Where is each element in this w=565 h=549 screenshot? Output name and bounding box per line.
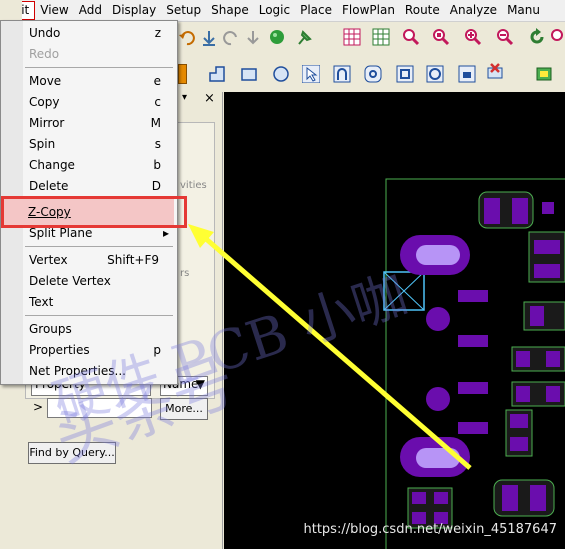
- selected-component-cross: [383, 271, 425, 311]
- round-shape-icon[interactable]: [364, 65, 382, 83]
- capacitor-bottom-pad-1: [502, 485, 518, 511]
- expand-icon[interactable]: >: [33, 400, 43, 414]
- component-right-top-pad-2: [534, 264, 560, 278]
- via-1: [426, 307, 450, 331]
- component-right-mid-pad: [530, 306, 544, 326]
- find-by-query-button[interactable]: Find by Query...: [28, 442, 116, 464]
- menu-add[interactable]: Add: [74, 1, 107, 20]
- menu-item-copy[interactable]: Copy c: [29, 92, 175, 112]
- capacitor-top-pad-1: [484, 198, 500, 224]
- menu-logic[interactable]: Logic: [254, 1, 295, 20]
- menu-bar: Edit View Add Display Setup Shape Logic …: [0, 0, 565, 22]
- ic-pad-2: [458, 335, 488, 347]
- delete-shape-icon[interactable]: [486, 62, 504, 80]
- component-bottom-right-pad-1: [510, 414, 528, 428]
- toolbar-handle: [178, 64, 187, 84]
- footer-url: https://blog.csdn.net/weixin_45187647: [303, 522, 557, 537]
- component-bottom-left-pad-1: [412, 492, 426, 504]
- component-right-lower-pad-2: [546, 351, 560, 367]
- component-bottom-right-pad-2: [510, 437, 528, 451]
- component-bottom-left-pad-2: [434, 492, 448, 504]
- rectangle-icon[interactable]: [240, 65, 258, 83]
- menu-item-redo[interactable]: Redo: [29, 44, 175, 64]
- menu-place[interactable]: Place: [295, 1, 337, 20]
- select-pointer-icon[interactable]: [302, 65, 320, 83]
- menu-separator: [25, 67, 173, 68]
- zoom-out-icon[interactable]: [496, 28, 514, 46]
- zoom-icon[interactable]: [402, 28, 420, 46]
- oval-pad-bottom-inner: [416, 448, 460, 468]
- capacitor-top-pad-2: [512, 198, 528, 224]
- zoom-in-icon[interactable]: [464, 28, 482, 46]
- menu-manufacture[interactable]: Manu: [502, 1, 545, 20]
- component-right-lower-pad-1: [516, 351, 530, 367]
- ic-pad-4: [458, 422, 488, 434]
- oval-pad-top-inner: [416, 245, 460, 265]
- circle-icon[interactable]: [272, 65, 290, 83]
- menu-item-net-properties[interactable]: Net Properties...: [29, 361, 175, 381]
- component-right-lower-2-pad-1: [516, 386, 530, 402]
- menu-separator: [25, 246, 173, 247]
- menu-item-text[interactable]: Text: [29, 292, 175, 312]
- via-2: [426, 387, 450, 411]
- menu-item-delete-vertex[interactable]: Delete Vertex: [29, 271, 175, 291]
- green-ball-icon[interactable]: [268, 28, 286, 46]
- value-input[interactable]: [47, 398, 152, 418]
- redo-arrow-icon[interactable]: [222, 29, 240, 47]
- arrow-down-icon[interactable]: [200, 29, 218, 47]
- menu-analyze[interactable]: Analyze: [445, 1, 502, 20]
- menu-view[interactable]: View: [35, 1, 73, 20]
- component-right-top-pad-1: [534, 240, 560, 254]
- ic-pad-3: [458, 382, 488, 394]
- menu-item-spin[interactable]: Spin s: [29, 134, 175, 154]
- square-shape-icon[interactable]: [396, 65, 414, 83]
- menu-shape[interactable]: Shape: [206, 1, 254, 20]
- zoom-fit-icon[interactable]: [432, 28, 450, 46]
- arrow-down-grey-icon[interactable]: [244, 29, 262, 47]
- menu-separator: [25, 315, 173, 316]
- menu-item-groups[interactable]: Groups: [29, 319, 175, 339]
- pcb-layout: [383, 178, 565, 549]
- annotation-highlight-box: [1, 196, 187, 228]
- diagonal-shape-icon[interactable]: [458, 65, 476, 83]
- close-icon[interactable]: ×: [204, 91, 215, 106]
- rs-label-fragment: rs: [180, 268, 190, 279]
- ring-shape-icon[interactable]: [426, 65, 444, 83]
- ic-pad-1: [458, 290, 488, 302]
- dropdown-arrow-icon: ▼: [195, 377, 205, 391]
- menu-item-vertex[interactable]: Vertex Shift+F9: [29, 250, 175, 270]
- menu-display[interactable]: Display: [107, 1, 161, 20]
- menu-item-undo[interactable]: Undo z: [29, 23, 175, 43]
- zoom-extra-icon[interactable]: [550, 28, 565, 46]
- arc-shape-icon[interactable]: [333, 65, 351, 83]
- menu-route[interactable]: Route: [400, 1, 445, 20]
- grid-check-icon[interactable]: [372, 28, 390, 46]
- l-shape-icon[interactable]: [208, 65, 226, 83]
- menu-item-delete[interactable]: Delete D: [29, 176, 175, 196]
- menu-item-move[interactable]: Move e: [29, 71, 175, 91]
- pin-toggle-icon[interactable]: ▾: [182, 92, 187, 103]
- pcb-canvas[interactable]: [224, 92, 565, 549]
- capacitor-bottom-pad-2: [530, 485, 546, 511]
- menu-item-properties[interactable]: Properties p: [29, 340, 175, 360]
- more-button[interactable]: More...: [160, 398, 208, 420]
- component-icon[interactable]: [535, 65, 553, 83]
- component-right-lower-2-pad-2: [546, 386, 560, 402]
- panel-controls: ▾ ×: [180, 91, 220, 108]
- menu-item-change[interactable]: Change b: [29, 155, 175, 175]
- activities-label-fragment: vities: [180, 180, 207, 191]
- grid-icon[interactable]: [343, 28, 361, 46]
- undo-arrow-icon[interactable]: [178, 29, 196, 47]
- menu-setup[interactable]: Setup: [161, 1, 206, 20]
- menu-item-mirror[interactable]: Mirror M: [29, 113, 175, 133]
- small-pad-top-right: [542, 202, 554, 214]
- pin-icon[interactable]: [296, 28, 314, 46]
- refresh-icon[interactable]: [528, 28, 546, 46]
- menu-flowplan[interactable]: FlowPlan: [337, 1, 400, 20]
